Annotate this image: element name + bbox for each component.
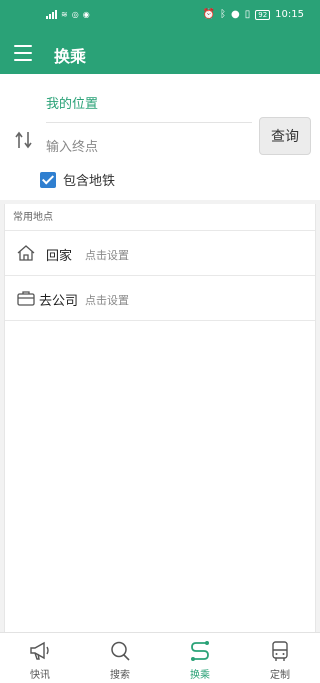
origin-field[interactable]: 我的位置 [46,93,250,112]
bluetooth-icon: ᛒ [220,9,226,20]
app-bar: 换乘 [0,34,320,74]
bus-icon [272,641,288,661]
place-name: 回家 [46,249,73,264]
route-icon [191,641,209,661]
place-work[interactable]: 去公司 点击设置 [5,276,315,321]
alarm-icon: ⏰ [202,9,215,20]
bottom-tab-bar: 快讯 搜索 换乘 定制 [0,632,320,683]
sync-icon: ◎ [71,10,79,19]
place-hint: 点击设置 [85,294,129,307]
place-home[interactable]: 回家 点击设置 [5,231,315,276]
swap-route-icon[interactable] [14,129,34,151]
destination-input[interactable] [46,136,250,158]
status-left-icons: ≋ ◎ ◉ [46,10,90,19]
vibrate-icon: ▯ [244,9,251,20]
frequent-places: 常用地点 回家 点击设置 去公司 点击设置 [4,204,316,632]
include-subway-toggle[interactable]: 包含地铁 [40,170,115,189]
tab-label: 搜索 [110,670,130,681]
tab-custom[interactable]: 定制 [240,633,320,683]
signal-icon [46,10,57,19]
tab-label: 快讯 [30,670,50,681]
briefcase-icon [17,291,35,306]
tab-news[interactable]: 快讯 [0,633,80,683]
home-icon [17,245,35,261]
status-bar: ≋ ◎ ◉ ⏰ ᛒ ● ▯ 92 10:15 [0,0,320,34]
route-panel: 我的位置 查询 包含地铁 [0,74,320,200]
frequent-places-title: 常用地点 [5,204,315,231]
tab-search[interactable]: 搜索 [80,633,160,683]
tab-label: 定制 [270,670,290,681]
location-badge-icon: ◉ [82,10,90,19]
status-right-icons: ⏰ ᛒ ● ▯ 92 10:15 [203,9,304,20]
tab-label: 换乘 [190,670,210,681]
wifi-icon: ≋ [61,10,68,19]
battery-icon: 92 [255,9,271,20]
field-divider [46,122,252,123]
tab-transfer[interactable]: 换乘 [160,633,240,683]
status-time: 10:15 [275,9,304,20]
search-icon [111,641,130,661]
include-subway-checkbox[interactable] [40,171,56,188]
page-title: 换乘 [54,47,87,66]
place-name: 去公司 [39,294,79,309]
query-button[interactable]: 查询 [259,117,311,155]
place-hint: 点击设置 [85,249,129,262]
include-subway-label: 包含地铁 [63,174,116,189]
location-icon: ● [231,9,240,20]
menu-icon[interactable] [14,45,32,61]
megaphone-icon [30,641,49,660]
